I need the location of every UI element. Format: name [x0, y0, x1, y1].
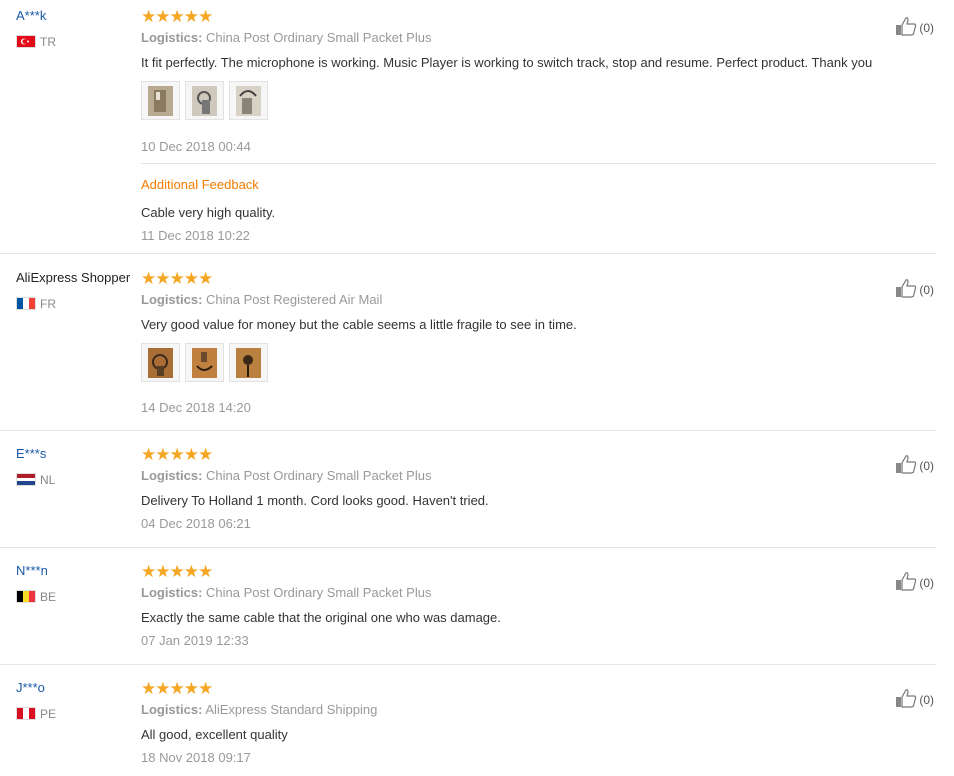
star-rating: ★★★★★	[141, 562, 213, 581]
review-photo[interactable]	[141, 343, 180, 382]
review-photos	[141, 343, 268, 382]
helpful-count: (0)	[919, 20, 934, 35]
star-rating: ★★★★★	[141, 7, 213, 26]
logistics-info: Logistics: China Post Ordinary Small Pac…	[141, 468, 431, 483]
logistics-method: China Post Ordinary Small Packet Plus	[206, 585, 432, 600]
reviewer-info: A***k TR	[16, 8, 56, 49]
review-photo[interactable]	[185, 343, 224, 382]
reviewer-name[interactable]: J***o	[16, 680, 45, 695]
review-photos	[141, 81, 268, 120]
reviewer-country: FR	[16, 297, 56, 311]
review-date: 18 Nov 2018 09:17	[141, 750, 251, 765]
helpful-button[interactable]: (0)	[895, 571, 934, 594]
thumbs-up-icon	[895, 16, 919, 39]
logistics-info: Logistics: China Post Ordinary Small Pac…	[141, 30, 431, 45]
review-photo[interactable]	[229, 81, 268, 120]
helpful-button[interactable]: (0)	[895, 454, 934, 477]
review-item: A***k TR ★★★★★ Logistics: China Post Ord…	[0, 8, 954, 254]
review-content: ★★★★★ Logistics: AliExpress Standard Shi…	[141, 679, 934, 766]
review-content: ★★★★★ Logistics: China Post Ordinary Sma…	[141, 7, 934, 154]
review-item: N***n BE ★★★★★ Logistics: China Post Ord…	[0, 563, 954, 665]
logistics-info: Logistics: China Post Ordinary Small Pac…	[141, 585, 431, 600]
star-rating: ★★★★★	[141, 679, 213, 698]
reviewer-info: J***o PE	[16, 680, 56, 721]
reviewer-name[interactable]: A***k	[16, 8, 46, 23]
helpful-button[interactable]: (0)	[895, 688, 934, 711]
review-photo[interactable]	[141, 81, 180, 120]
reviewer-country: BE	[16, 590, 56, 604]
review-list: A***k TR ★★★★★ Logistics: China Post Ord…	[0, 0, 954, 776]
helpful-button[interactable]: (0)	[895, 278, 934, 301]
review-date: 10 Dec 2018 00:44	[141, 139, 251, 154]
review-text: It fit perfectly. The microphone is work…	[141, 55, 873, 70]
review-content: ★★★★★ Logistics: China Post Registered A…	[141, 269, 934, 415]
helpful-count: (0)	[919, 458, 934, 473]
country-code: TR	[40, 35, 56, 49]
review-photo[interactable]	[185, 81, 224, 120]
logistics-label: Logistics:	[141, 702, 203, 717]
reviewer-info: E***s NL	[16, 446, 55, 487]
reviewer-info: AliExpress Shopper FR	[16, 270, 130, 311]
logistics-method: China Post Ordinary Small Packet Plus	[206, 468, 432, 483]
thumbs-up-icon	[895, 454, 919, 477]
flag-nl-icon	[16, 473, 36, 486]
logistics-label: Logistics:	[141, 30, 203, 45]
reviewer-country: PE	[16, 707, 56, 721]
country-code: PE	[40, 707, 57, 721]
review-item: E***s NL ★★★★★ Logistics: China Post Ord…	[0, 446, 954, 548]
review-content: ★★★★★ Logistics: China Post Ordinary Sma…	[141, 445, 934, 532]
logistics-label: Logistics:	[141, 468, 203, 483]
helpful-button[interactable]: (0)	[895, 16, 934, 39]
reviewer-name[interactable]: E***s	[16, 446, 46, 461]
country-code: NL	[40, 473, 56, 487]
logistics-info: Logistics: China Post Registered Air Mai…	[141, 292, 382, 307]
logistics-label: Logistics:	[141, 292, 203, 307]
helpful-count: (0)	[919, 692, 934, 707]
reviewer-name[interactable]: N***n	[16, 563, 48, 578]
logistics-info: Logistics: AliExpress Standard Shipping	[141, 702, 377, 717]
helpful-count: (0)	[919, 575, 934, 590]
review-text: Very good value for money but the cable …	[141, 317, 577, 332]
reviewer-country: NL	[16, 473, 55, 487]
flag-be-icon	[16, 590, 36, 603]
country-code: BE	[40, 590, 57, 604]
review-text: All good, excellent quality	[141, 727, 288, 742]
review-photo[interactable]	[229, 343, 268, 382]
review-date: 04 Dec 2018 06:21	[141, 516, 251, 531]
review-item: AliExpress Shopper FR ★★★★★ Logistics: C…	[0, 270, 954, 431]
additional-feedback-text: Cable very high quality.	[141, 205, 276, 220]
flag-fr-icon	[16, 297, 36, 310]
logistics-method: China Post Registered Air Mail	[206, 292, 383, 307]
star-rating: ★★★★★	[141, 445, 213, 464]
review-item: J***o PE ★★★★★ Logistics: AliExpress Sta…	[0, 680, 954, 776]
review-date: 14 Dec 2018 14:20	[141, 400, 251, 415]
flag-tr-icon	[16, 35, 36, 48]
logistics-method: China Post Ordinary Small Packet Plus	[206, 30, 432, 45]
logistics-method: AliExpress Standard Shipping	[205, 702, 378, 717]
thumbs-up-icon	[895, 688, 919, 711]
reviewer-name[interactable]: AliExpress Shopper	[16, 270, 130, 285]
star-rating: ★★★★★	[141, 269, 213, 288]
thumbs-up-icon	[895, 571, 919, 594]
additional-feedback-date: 11 Dec 2018 10:22	[141, 228, 250, 243]
helpful-count: (0)	[919, 282, 934, 297]
flag-pe-icon	[16, 707, 36, 720]
additional-feedback-title: Additional Feedback	[141, 177, 259, 192]
reviewer-info: N***n BE	[16, 563, 56, 604]
reviewer-country: TR	[16, 35, 56, 49]
thumbs-up-icon	[895, 278, 919, 301]
logistics-label: Logistics:	[141, 585, 203, 600]
review-date: 07 Jan 2019 12:33	[141, 633, 249, 648]
review-text: Exactly the same cable that the original…	[141, 610, 501, 625]
review-content: ★★★★★ Logistics: China Post Ordinary Sma…	[141, 562, 934, 649]
review-text: Delivery To Holland 1 month. Cord looks …	[141, 493, 489, 508]
additional-feedback-divider	[141, 163, 936, 164]
country-code: FR	[40, 297, 56, 311]
